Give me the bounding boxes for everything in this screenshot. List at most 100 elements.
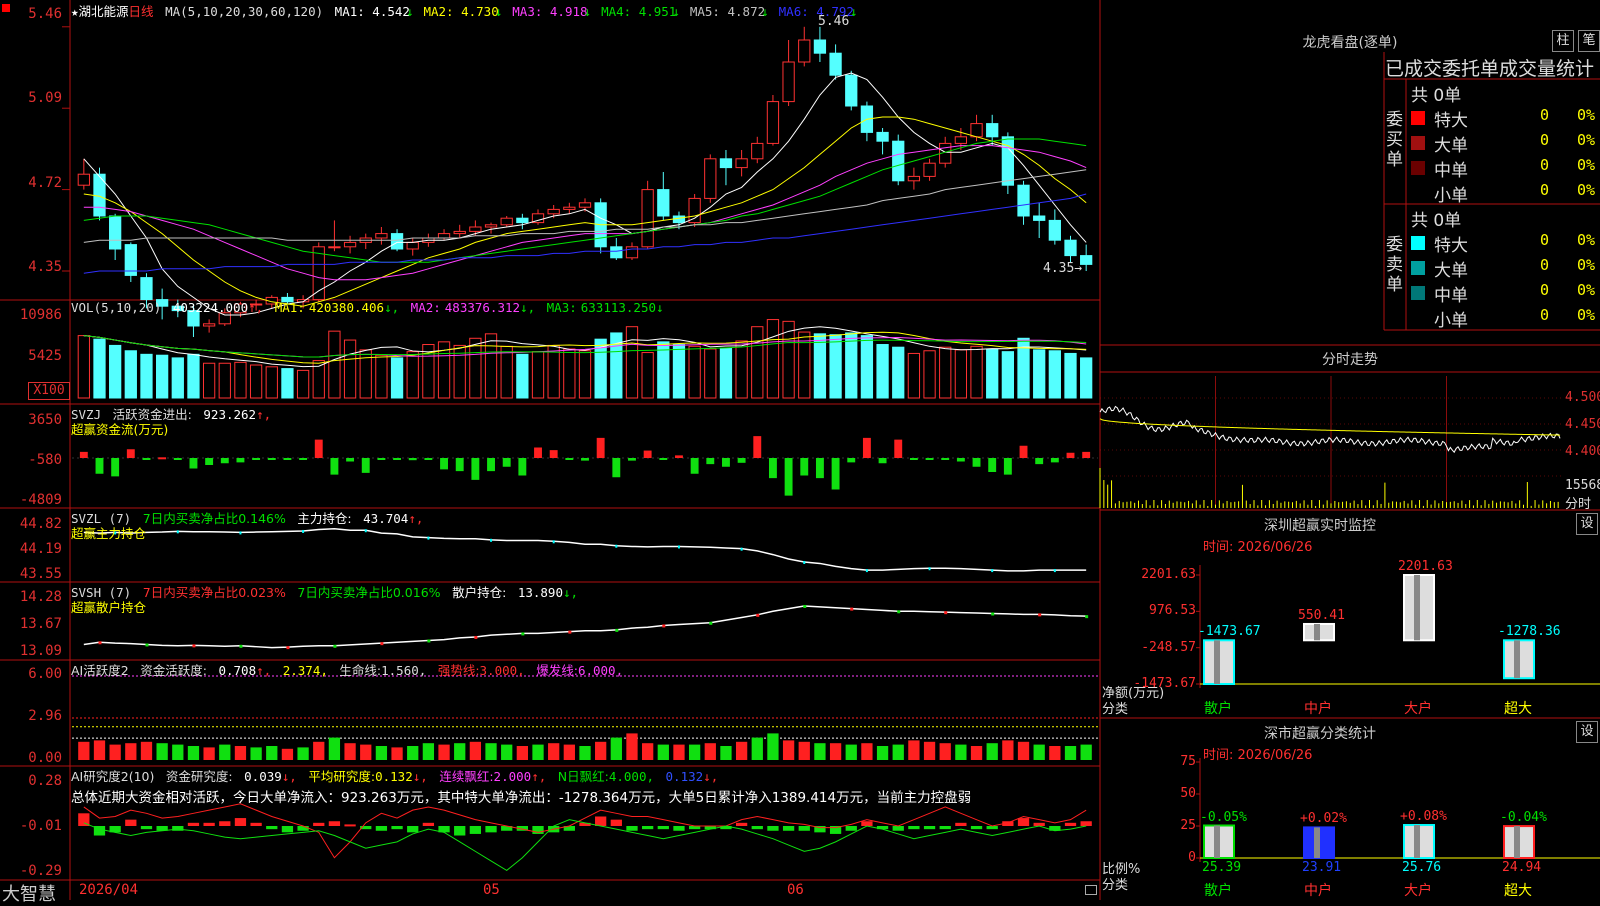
ai-active-chart[interactable] xyxy=(72,675,1098,760)
candle-body xyxy=(829,52,842,76)
ai1-bar xyxy=(532,744,544,760)
bar-mode-button[interactable]: 柱 xyxy=(1552,30,1574,52)
price-chart[interactable] xyxy=(62,26,1093,337)
ai2-red-label: 连续飘红: xyxy=(439,769,494,784)
stats-category-label: 超大 xyxy=(1504,883,1532,899)
period-label[interactable]: 日线 xyxy=(129,4,154,19)
ai-research-chart[interactable] xyxy=(78,803,1092,872)
ai2-bar xyxy=(861,821,873,826)
monitor-ytick: 2201.63 xyxy=(1141,567,1196,582)
ai1-bar xyxy=(422,743,435,760)
ai1-bar xyxy=(908,740,920,760)
volume-bar xyxy=(829,334,842,399)
ai1-bar xyxy=(829,743,842,760)
ai2-bar xyxy=(266,826,278,830)
ai1-bar xyxy=(516,746,528,760)
volume-bar xyxy=(876,344,889,399)
chart-canvas[interactable] xyxy=(0,0,1600,900)
ai2-bar xyxy=(328,821,341,826)
svzl-chart[interactable] xyxy=(83,527,1087,573)
ai2-bar xyxy=(610,819,622,826)
volume-bar xyxy=(375,354,388,399)
order-count: 0 xyxy=(1540,256,1550,274)
monitor-settings-button[interactable]: 设 xyxy=(1576,513,1598,535)
month-label: 06 xyxy=(787,882,804,898)
volume-bar xyxy=(406,351,419,399)
monitor-value-label: -1278.36 xyxy=(1498,624,1561,640)
ai1-bar xyxy=(1064,746,1077,760)
svzl-dot xyxy=(865,569,868,573)
svzj-value: 923.262 xyxy=(203,407,257,422)
svzj-chart[interactable] xyxy=(72,436,1098,496)
svzl-value: 43.704 xyxy=(363,511,409,526)
candle-body xyxy=(923,162,936,177)
volume-bar xyxy=(672,344,686,399)
svsh-dot xyxy=(474,635,478,639)
svzl-dot xyxy=(991,569,994,573)
vol-unit-badge[interactable]: X100 xyxy=(28,382,70,400)
ai2-label: AI研究度2(10) xyxy=(71,769,155,784)
svsh-chart[interactable] xyxy=(83,604,1089,650)
ai2-bar xyxy=(234,818,247,826)
order-color-swatch xyxy=(1411,236,1425,250)
order-count: 0 xyxy=(1540,231,1550,249)
volume-chart[interactable] xyxy=(77,319,1093,399)
volume-bar xyxy=(954,349,968,399)
svzj-bar xyxy=(768,458,777,479)
volume-bar xyxy=(202,362,216,399)
ma20-line xyxy=(83,145,1087,281)
monitor-title: 深圳超赢实时监控 xyxy=(1264,518,1376,534)
ai2-extra: 0.132 xyxy=(665,769,704,784)
volume-bar xyxy=(531,351,545,399)
tick-mode-button[interactable]: 笔 xyxy=(1578,30,1600,52)
ai1-bar xyxy=(704,743,716,760)
stats-bar xyxy=(1503,825,1535,859)
ai1-label: AI活跃度2 xyxy=(71,663,129,678)
ai1-bar xyxy=(78,741,90,760)
volume-bar xyxy=(93,338,106,399)
svsh-dot xyxy=(850,607,854,611)
svzj-bar xyxy=(111,458,120,477)
order-pct: 0% xyxy=(1577,306,1596,324)
svzl-ytick: 44.19 xyxy=(19,541,62,557)
star-icon[interactable]: ★ xyxy=(71,4,79,19)
ai1-bar xyxy=(1080,744,1092,760)
intraday-chart[interactable] xyxy=(1099,376,1562,508)
svzj-bar xyxy=(95,458,104,474)
svzj-bar xyxy=(314,439,323,458)
svzj-ytick: -4809 xyxy=(19,492,62,508)
svzj-bar xyxy=(894,439,903,458)
candle-body xyxy=(202,323,216,327)
candle-body xyxy=(343,241,357,248)
ai1-bar xyxy=(156,743,168,760)
lock-icon[interactable] xyxy=(1085,885,1097,895)
ai2-bar xyxy=(485,826,497,833)
ai1-bar xyxy=(688,744,701,760)
svzj-bar xyxy=(173,458,182,460)
svzl-dot xyxy=(239,531,242,535)
ai1-bar xyxy=(642,743,654,760)
ai2-bar xyxy=(391,826,403,830)
order-type-label: 特大 xyxy=(1434,236,1468,256)
svzl-dot xyxy=(490,538,493,542)
stats-change-label: +0.08% xyxy=(1400,809,1447,825)
volume-bar xyxy=(343,339,357,399)
menu-icon[interactable] xyxy=(2,4,10,12)
ai2-bar xyxy=(751,826,763,830)
svsh-dot xyxy=(192,644,196,648)
vol-label: VOL(5,10,20) xyxy=(71,300,162,315)
ai1-bar xyxy=(1002,740,1014,760)
stats-value-label: 23.91 xyxy=(1302,860,1342,875)
ai1-bar xyxy=(1049,746,1061,760)
ai1-value1: 0.708 xyxy=(218,663,257,678)
candle-body xyxy=(954,136,968,144)
volume-bar xyxy=(500,345,513,399)
ai2-nred: 4.000, xyxy=(608,769,654,784)
svzj-bar xyxy=(800,458,809,476)
volume-bar xyxy=(563,348,576,399)
brand-label: 大智慧 xyxy=(2,884,56,905)
order-count: 0 xyxy=(1540,306,1550,324)
ai1-bar xyxy=(610,737,622,760)
ai1-bar xyxy=(219,744,231,760)
stats-settings-button[interactable]: 设 xyxy=(1576,721,1598,743)
